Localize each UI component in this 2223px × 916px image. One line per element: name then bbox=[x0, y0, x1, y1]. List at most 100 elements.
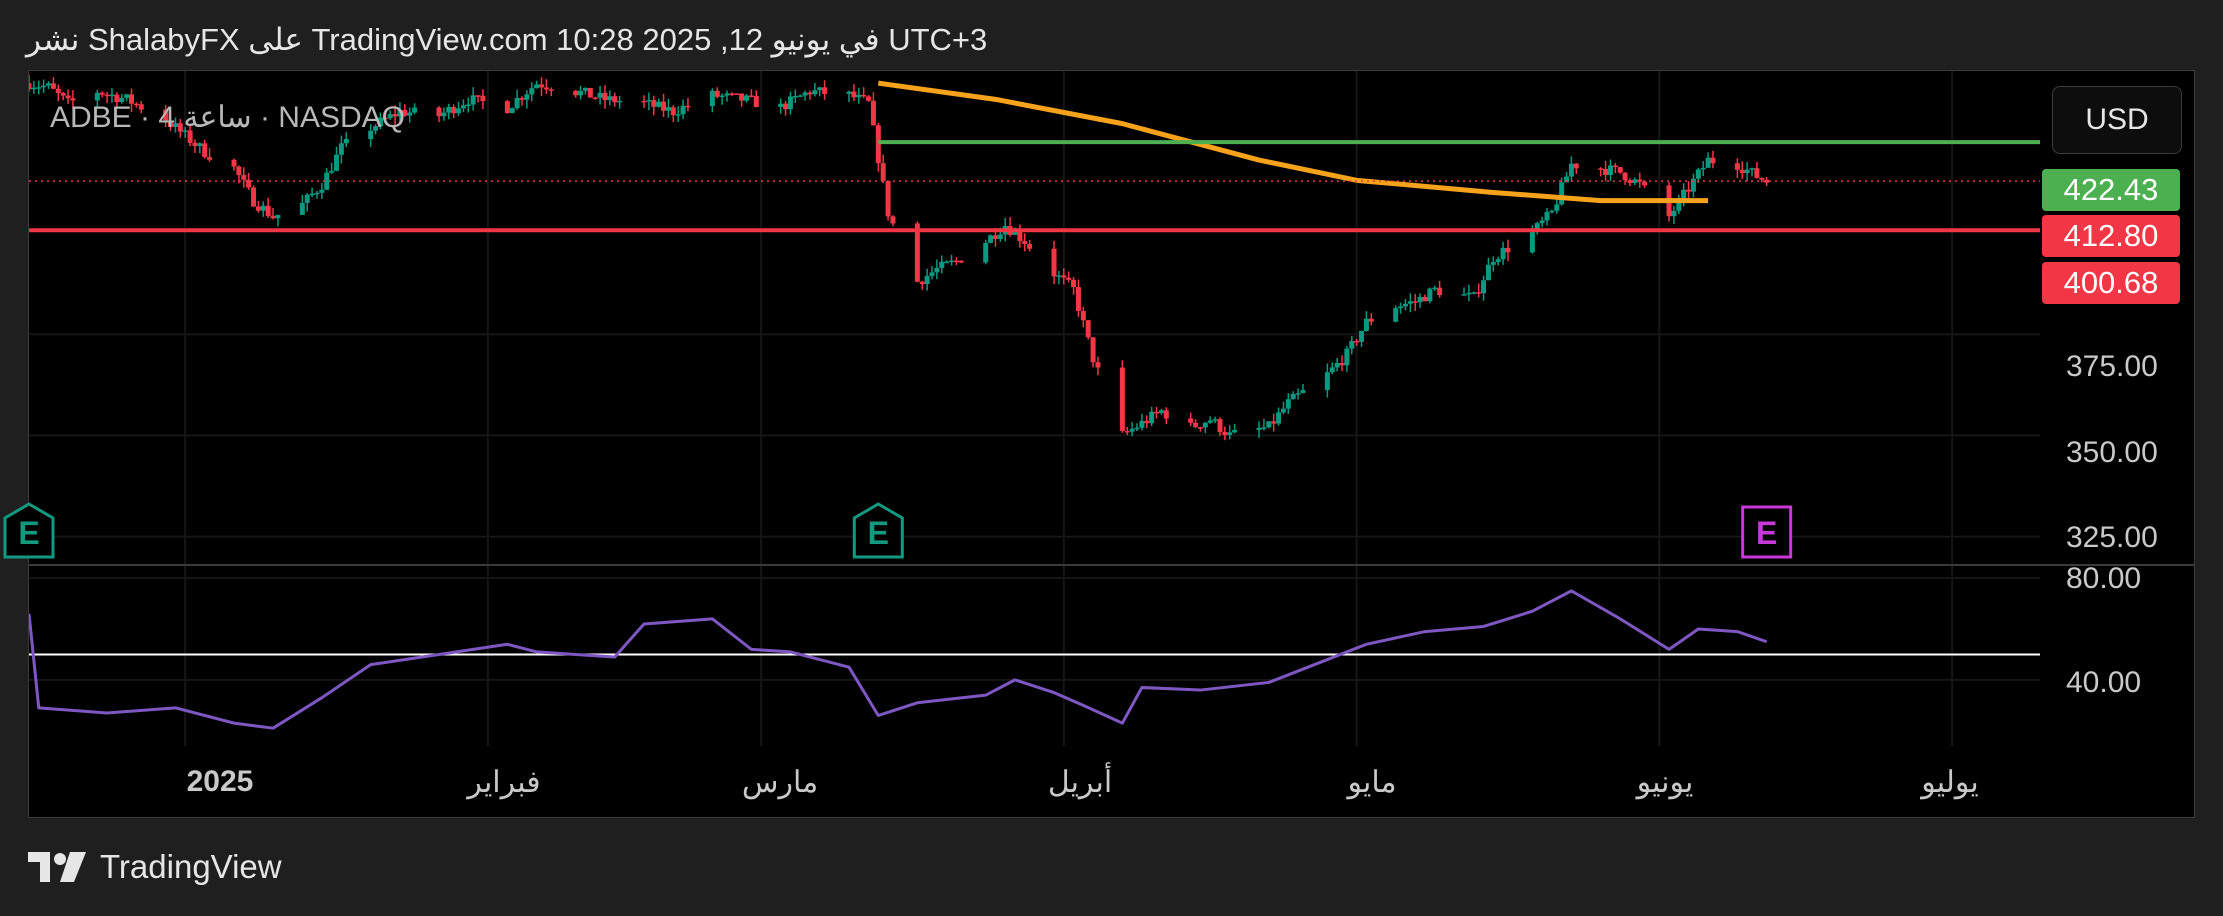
candle-up bbox=[944, 261, 950, 264]
candle-down bbox=[1095, 362, 1101, 368]
candle-down bbox=[714, 90, 720, 97]
candle-up bbox=[1334, 362, 1340, 368]
candle-down bbox=[255, 206, 261, 211]
candle-down bbox=[65, 95, 71, 99]
candle-down bbox=[1188, 418, 1194, 423]
candle-up bbox=[680, 105, 686, 115]
footer-brand[interactable]: TradingView bbox=[28, 848, 282, 886]
price-axis-tick: 350.00 bbox=[2066, 436, 2158, 469]
candle-up bbox=[1432, 287, 1438, 290]
candle-down bbox=[1642, 181, 1648, 186]
candle-down bbox=[914, 223, 920, 282]
candle-up bbox=[31, 87, 37, 90]
candle-up bbox=[792, 95, 798, 98]
candle-up bbox=[41, 85, 47, 88]
candle-up bbox=[812, 90, 818, 95]
candle-down bbox=[1573, 163, 1579, 169]
candle-down bbox=[890, 216, 896, 224]
candle-down bbox=[1422, 296, 1428, 302]
candle-up bbox=[646, 100, 652, 102]
date-axis-tick: يونيو bbox=[1636, 766, 1694, 799]
candle-up bbox=[275, 214, 281, 219]
candle-down bbox=[1754, 168, 1760, 178]
currency-button[interactable]: USD bbox=[2052, 86, 2182, 154]
candle-up bbox=[617, 100, 623, 103]
candle-up bbox=[578, 90, 584, 96]
candle-up bbox=[1256, 427, 1262, 430]
candle-down bbox=[1622, 172, 1628, 181]
candle-up bbox=[778, 103, 784, 108]
candle-up bbox=[1344, 348, 1350, 366]
candle-up bbox=[1359, 330, 1365, 342]
candle-up bbox=[988, 235, 994, 243]
candle-down bbox=[202, 143, 208, 158]
date-axis-tick: مارس bbox=[741, 766, 819, 799]
candle-down bbox=[1017, 231, 1023, 241]
candle-down bbox=[436, 107, 442, 117]
candle-down bbox=[958, 260, 964, 263]
candle-up bbox=[1544, 211, 1550, 221]
candle-down bbox=[1066, 277, 1072, 280]
candle-down bbox=[504, 101, 510, 114]
candle-up bbox=[724, 93, 730, 96]
candle-up bbox=[465, 104, 471, 107]
price-axis-tick: 325.00 bbox=[2066, 521, 2158, 554]
candle-up bbox=[1266, 421, 1272, 428]
candle-up bbox=[1139, 420, 1145, 428]
candle-down bbox=[55, 88, 61, 94]
date-axis-tick: فبراير bbox=[467, 766, 541, 799]
candle-up bbox=[656, 101, 662, 107]
candle-up bbox=[817, 87, 823, 91]
candle-up bbox=[412, 107, 418, 113]
candle-up bbox=[997, 234, 1003, 240]
candle-down bbox=[822, 87, 828, 94]
candle-down bbox=[861, 94, 867, 97]
candle-down bbox=[1354, 341, 1360, 343]
candle-down bbox=[231, 159, 237, 167]
candle-up bbox=[1471, 292, 1477, 294]
candle-up bbox=[1363, 318, 1369, 331]
candle-down bbox=[1617, 167, 1623, 173]
candle-down bbox=[1734, 163, 1740, 170]
candle-down bbox=[1710, 157, 1716, 164]
candle-up bbox=[1681, 189, 1687, 199]
earnings-marker-label: E bbox=[868, 515, 889, 551]
candle-down bbox=[1217, 419, 1223, 432]
candle-down bbox=[919, 281, 925, 285]
candle-up bbox=[675, 114, 681, 116]
candle-down bbox=[1368, 318, 1374, 322]
candle-up bbox=[665, 107, 671, 111]
candle-down bbox=[1271, 421, 1277, 424]
candle-up bbox=[797, 95, 803, 97]
candle-up bbox=[924, 275, 930, 285]
candle-down bbox=[592, 97, 598, 100]
candle-down bbox=[543, 87, 549, 90]
candle-down bbox=[953, 260, 959, 263]
price-axis-tick: 375.00 bbox=[2066, 350, 2158, 383]
candle-up bbox=[1568, 163, 1574, 177]
candle-up bbox=[1207, 420, 1213, 423]
candle-down bbox=[1154, 411, 1160, 414]
tradingview-logo-icon bbox=[28, 852, 86, 882]
rsi-line bbox=[29, 589, 1768, 730]
candle-up bbox=[529, 88, 535, 95]
candle-up bbox=[1559, 182, 1565, 205]
candle-up bbox=[319, 189, 325, 193]
candle-up bbox=[509, 108, 515, 114]
candle-up bbox=[441, 112, 447, 117]
candle-up bbox=[470, 95, 476, 105]
candle-up bbox=[1427, 288, 1433, 302]
candle-down bbox=[539, 84, 545, 88]
candle-down bbox=[104, 94, 110, 97]
candle-up bbox=[314, 192, 320, 195]
candle-down bbox=[1412, 301, 1418, 303]
candle-up bbox=[514, 98, 520, 109]
candle-down bbox=[1163, 410, 1169, 419]
candle-down bbox=[875, 125, 881, 164]
candle-up bbox=[1261, 427, 1267, 429]
candle-up bbox=[1149, 411, 1155, 424]
candle-up bbox=[846, 91, 852, 94]
candle-down bbox=[1197, 427, 1203, 429]
candle-up bbox=[1134, 427, 1140, 430]
candle-down bbox=[1612, 165, 1618, 168]
